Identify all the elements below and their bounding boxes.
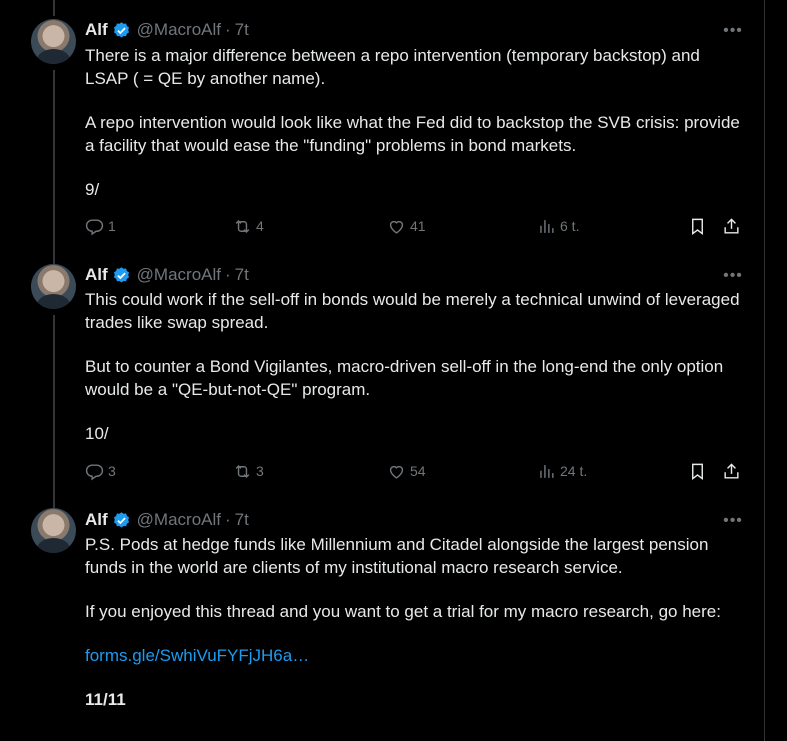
- separator-dot: ·: [225, 20, 231, 39]
- views-button[interactable]: 24 t.: [537, 459, 587, 483]
- tweet-actions: 1 4 41 6 t.: [85, 214, 745, 238]
- like-button[interactable]: 41: [387, 214, 426, 238]
- share-icon: [724, 462, 739, 479]
- share-button[interactable]: [722, 459, 745, 483]
- timeline-right-border: [764, 0, 765, 741]
- tweet-actions: 3 3 54 24 t.: [85, 459, 745, 483]
- like-count: 41: [410, 218, 426, 234]
- thread-line-top: [53, 0, 55, 16]
- tweet-text: There is a major difference between a re…: [85, 44, 745, 201]
- author-handle[interactable]: @MacroAlf: [137, 20, 221, 40]
- thread-line-top: [53, 495, 55, 508]
- views-count: 6 t.: [560, 218, 580, 234]
- tweet-header: Alf @MacroAlf · 7t: [85, 20, 249, 40]
- author-name[interactable]: Alf: [85, 510, 108, 530]
- repost-count: 4: [256, 218, 264, 234]
- share-icon: [724, 217, 739, 234]
- tweet-time[interactable]: 7t: [235, 20, 249, 40]
- views-icon: [540, 464, 554, 478]
- views-button[interactable]: 6 t.: [537, 214, 579, 238]
- author-handle[interactable]: @MacroAlf: [137, 265, 221, 285]
- tweet-paragraph: 9/: [85, 180, 100, 199]
- repost-button[interactable]: 4: [233, 214, 264, 238]
- tweet-paragraph: If you enjoyed this thread and you want …: [85, 602, 721, 621]
- share-button[interactable]: [722, 214, 745, 238]
- separator-dot: ·: [225, 265, 231, 284]
- tweet-time[interactable]: 7t: [235, 510, 249, 530]
- separator-dot: ·: [225, 510, 231, 529]
- like-icon: [389, 465, 404, 479]
- tweet-paragraph: A repo intervention would look like what…: [85, 113, 740, 155]
- reply-icon: [85, 463, 104, 480]
- thread-line: [53, 70, 55, 250]
- author-handle[interactable]: @MacroAlf: [137, 510, 221, 530]
- external-link[interactable]: forms.gle/SwhiVuFYFjJH6a…: [85, 646, 309, 665]
- tweet-11[interactable]: Alf @MacroAlf · 7t ••• P.S. Pods at hedg…: [0, 495, 764, 741]
- reply-button[interactable]: 3: [85, 459, 116, 483]
- bookmark-button[interactable]: [688, 459, 711, 483]
- tweet-time[interactable]: 7t: [235, 265, 249, 285]
- tweet-header: Alf @MacroAlf · 7t: [85, 510, 249, 530]
- verified-badge-icon: [113, 266, 129, 283]
- reply-count: 3: [108, 463, 116, 479]
- tweet-paragraph: There is a major difference between a re…: [85, 46, 700, 88]
- thread-line-top: [53, 250, 55, 264]
- tweet-paragraph: This could work if the sell-off in bonds…: [85, 290, 740, 332]
- repost-icon: [235, 464, 250, 478]
- reply-count: 1: [108, 218, 116, 234]
- repost-icon: [235, 219, 250, 233]
- avatar[interactable]: [31, 508, 76, 553]
- tweet-text: This could work if the sell-off in bonds…: [85, 288, 745, 445]
- repost-button[interactable]: 3: [233, 459, 264, 483]
- like-button[interactable]: 54: [387, 459, 426, 483]
- tweet-10[interactable]: Alf @MacroAlf · 7t ••• This could work i…: [0, 250, 764, 495]
- avatar[interactable]: [31, 19, 76, 64]
- thread-line: [53, 315, 55, 495]
- tweet-header: Alf @MacroAlf · 7t: [85, 265, 249, 285]
- bookmark-icon: [692, 218, 703, 235]
- avatar[interactable]: [31, 264, 76, 309]
- author-name[interactable]: Alf: [85, 20, 108, 40]
- tweet-paragraph: But to counter a Bond Vigilantes, macro-…: [85, 357, 724, 399]
- tweet-paragraph: 11/11: [85, 690, 126, 709]
- tweet-paragraph: P.S. Pods at hedge funds like Millennium…: [85, 535, 709, 577]
- like-icon: [389, 220, 404, 234]
- tweet-paragraph: 10/: [85, 424, 109, 443]
- reply-icon: [85, 218, 104, 235]
- verified-badge-icon: [113, 511, 129, 528]
- repost-count: 3: [256, 463, 264, 479]
- views-icon: [540, 219, 554, 233]
- tweet-9[interactable]: Alf @MacroAlf · 7t ••• There is a major …: [0, 0, 764, 250]
- bookmark-button[interactable]: [688, 214, 711, 238]
- views-count: 24 t.: [560, 463, 588, 479]
- author-name[interactable]: Alf: [85, 265, 108, 285]
- bookmark-icon: [692, 463, 703, 480]
- tweet-text: P.S. Pods at hedge funds like Millennium…: [85, 533, 745, 711]
- verified-badge-icon: [113, 21, 129, 38]
- like-count: 54: [410, 463, 426, 479]
- more-icon[interactable]: •••: [723, 23, 743, 46]
- reply-button[interactable]: 1: [85, 214, 116, 238]
